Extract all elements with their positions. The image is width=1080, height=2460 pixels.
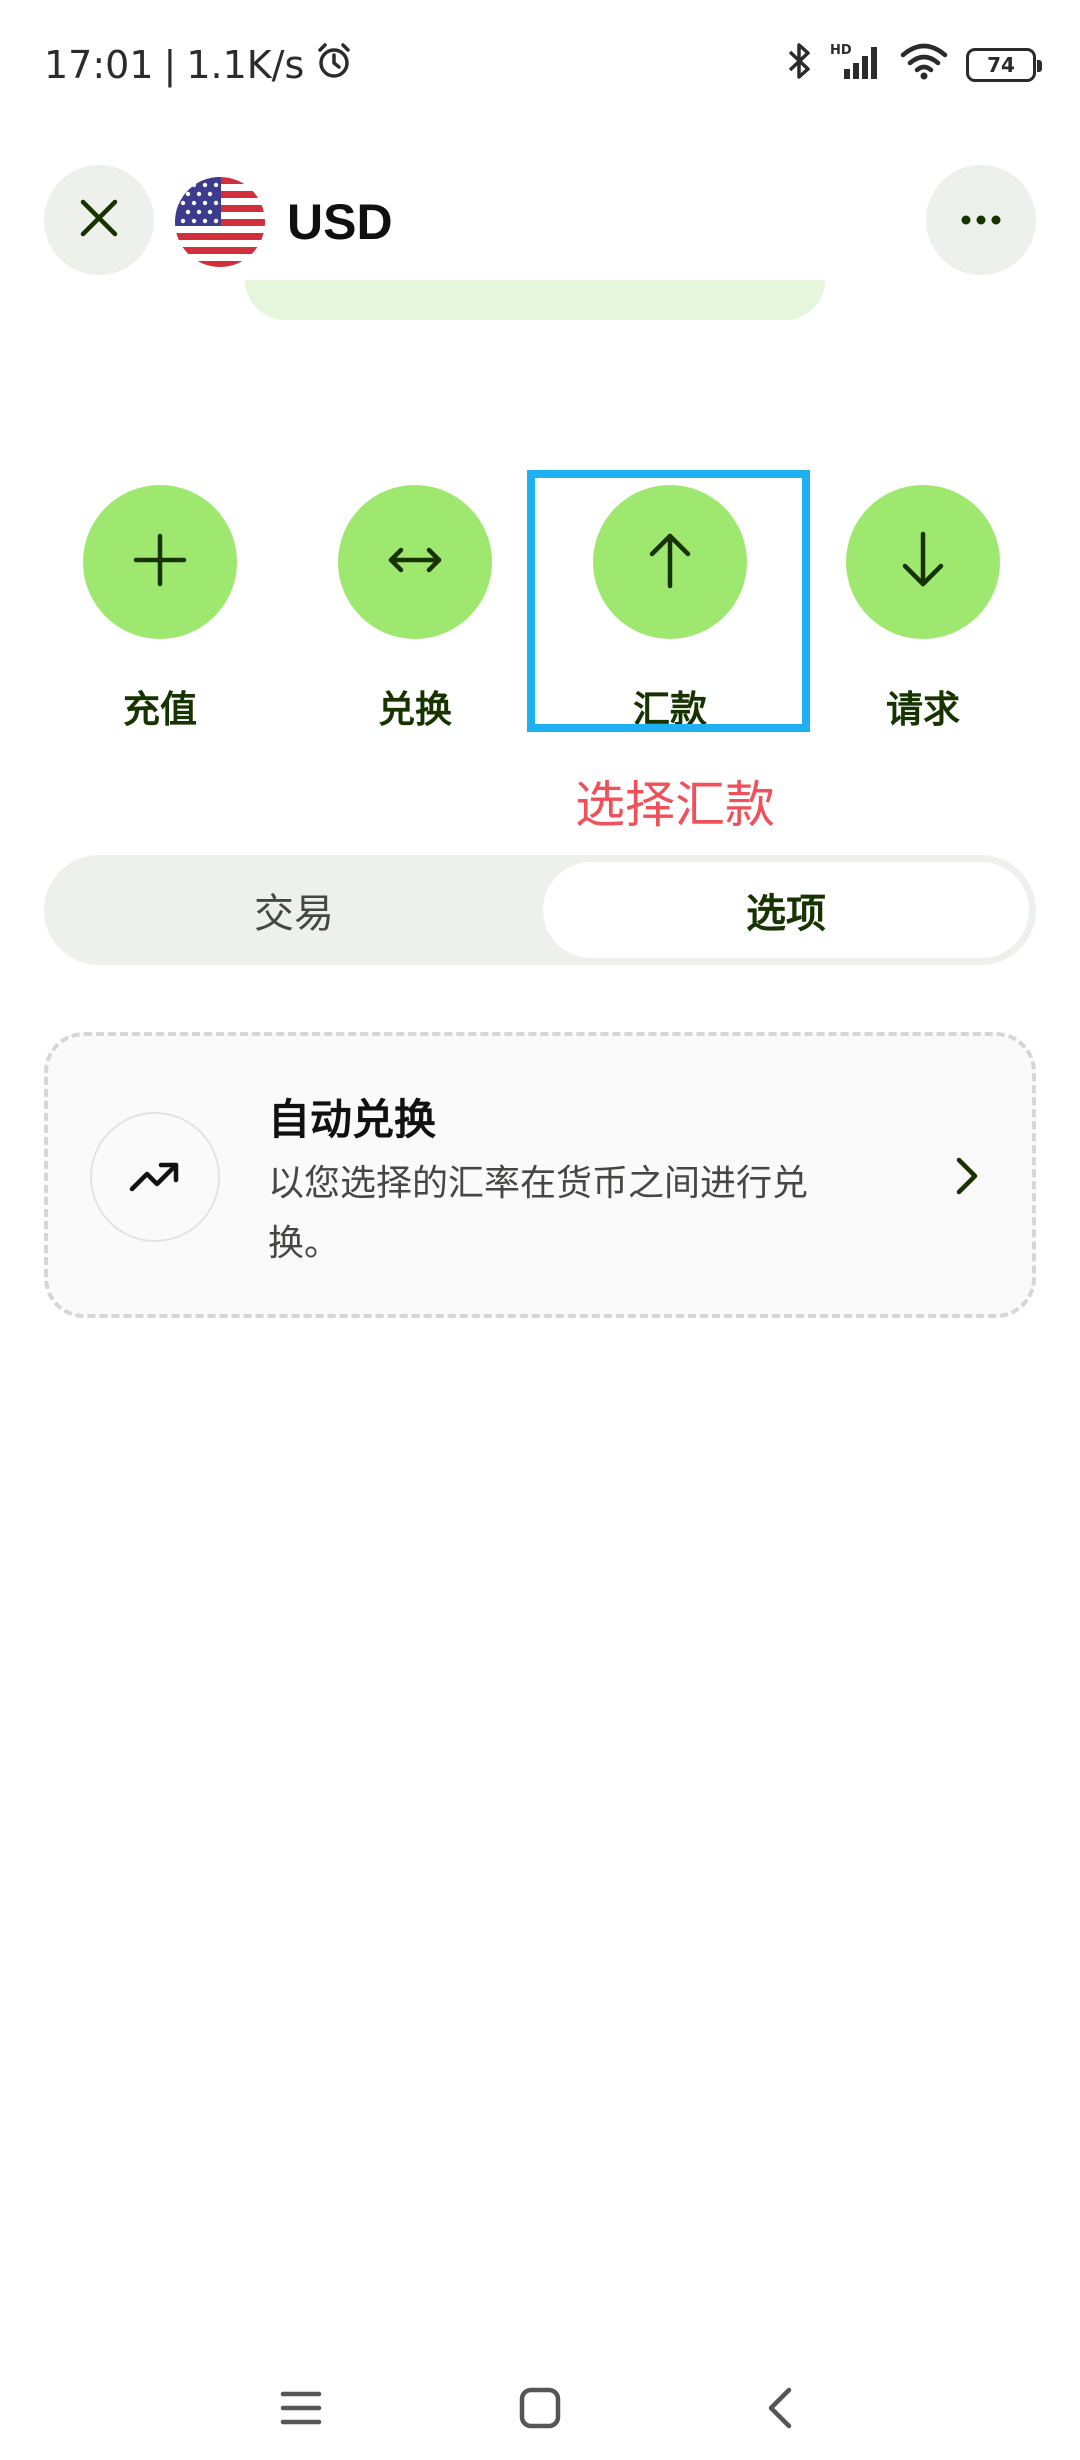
menu-icon xyxy=(279,2388,323,2432)
more-options-button[interactable] xyxy=(926,165,1036,275)
balance-card-edge xyxy=(245,280,825,320)
wifi-icon xyxy=(900,41,948,90)
status-time: 17:01 xyxy=(44,43,154,87)
auto-convert-title: 自动兑换 xyxy=(268,1095,437,1144)
auto-convert-card[interactable]: 自动兑换 以您选择的汇率在货币之间进行兑换。 xyxy=(44,1032,1036,1318)
bluetooth-icon xyxy=(786,41,812,90)
convert-action[interactable]: 兑换 xyxy=(305,485,525,735)
tab-transactions[interactable]: 交易 xyxy=(51,862,537,958)
plus-icon xyxy=(132,532,188,592)
battery-level: 74 xyxy=(987,53,1015,77)
more-horizontal-icon xyxy=(959,211,1003,230)
svg-text:HD: HD xyxy=(830,43,852,58)
close-icon xyxy=(77,196,121,244)
auto-convert-description: 以您选择的汇率在货币之间进行兑换。 xyxy=(268,1163,809,1264)
app-screen: 17:01 | 1.1K/s HD 74 USD 充值 兑换 汇款 请求 选择汇… xyxy=(0,0,1080,2460)
home-nav-button[interactable] xyxy=(505,2375,575,2445)
header: USD xyxy=(0,165,1080,280)
add-money-action[interactable]: 充值 xyxy=(50,485,270,735)
arrow-down-icon xyxy=(898,530,948,594)
status-separator: | xyxy=(163,43,177,87)
request-button[interactable] xyxy=(846,485,1000,639)
trending-up-icon xyxy=(90,1112,220,1242)
home-square-icon xyxy=(518,2386,562,2434)
status-bar: 17:01 | 1.1K/s HD 74 xyxy=(0,0,1080,130)
segmented-tabs: 交易 选项 xyxy=(44,855,1036,965)
back-chevron-icon xyxy=(765,2386,795,2434)
request-action[interactable]: 请求 xyxy=(813,485,1033,735)
close-button[interactable] xyxy=(44,165,154,275)
annotation-label: 选择汇款 xyxy=(575,776,775,834)
tab-options[interactable]: 选项 xyxy=(543,862,1029,958)
highlight-box xyxy=(527,470,810,732)
status-bar-left: 17:01 | 1.1K/s xyxy=(44,41,354,90)
status-bar-right: HD 74 xyxy=(786,41,1042,90)
add-money-button[interactable] xyxy=(83,485,237,639)
us-flag-icon xyxy=(175,177,265,267)
alarm-icon xyxy=(314,41,354,90)
back-nav-button[interactable] xyxy=(745,2375,815,2445)
battery-icon: 74 xyxy=(966,48,1042,82)
menu-nav-button[interactable] xyxy=(266,2375,336,2445)
request-label: 请求 xyxy=(886,688,960,731)
convert-button[interactable] xyxy=(338,485,492,639)
chevron-right-icon xyxy=(942,1151,992,1201)
currency-title: USD xyxy=(287,194,393,250)
network-speed: 1.1K/s xyxy=(186,43,305,87)
hd-signal-icon: HD xyxy=(830,41,882,90)
convert-label: 兑换 xyxy=(378,688,452,731)
system-nav-bar xyxy=(0,2360,1080,2460)
add-money-label: 充值 xyxy=(123,688,197,731)
swap-arrows-icon xyxy=(385,540,445,584)
